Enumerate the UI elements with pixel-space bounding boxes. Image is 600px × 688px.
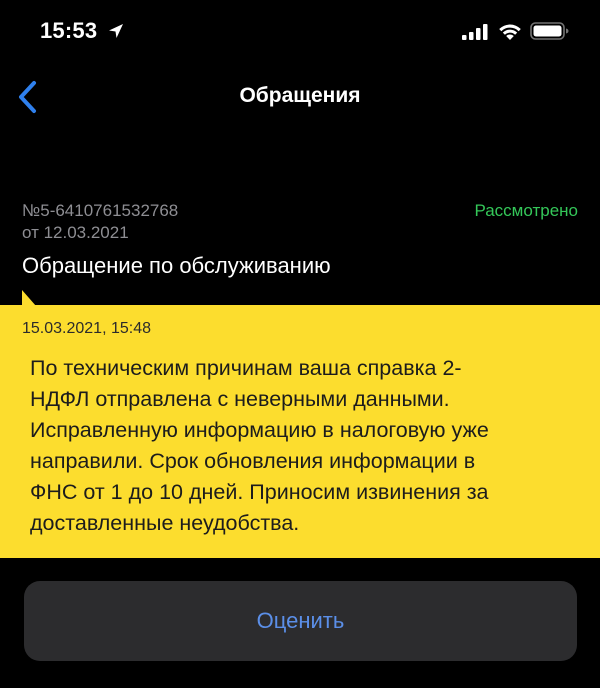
battery-icon	[530, 22, 569, 40]
location-arrow-icon	[109, 24, 123, 38]
message-timestamp: 15.03.2021, 15:48	[22, 320, 152, 337]
rate-button[interactable]: Оценить	[24, 581, 577, 661]
screen: 15:53 Обращения №5-6410761532768 от 12.0…	[0, 0, 600, 688]
signal-icon	[462, 24, 488, 40]
navigation-bar: Обращения	[0, 62, 600, 132]
status-bar: 15:53	[0, 0, 600, 62]
ticket-date: от 12.03.2021	[22, 223, 129, 242]
message-bubble-tail	[22, 290, 36, 306]
ticket-subject: Обращение по обслуживанию	[22, 253, 331, 278]
status-time: 15:53	[40, 18, 98, 43]
message-text: По техническим причинам ваша справка 2- …	[30, 353, 575, 539]
message-line: доставленные неудобства.	[30, 511, 300, 535]
page-title: Обращения	[239, 84, 361, 107]
message-line: ФНС от 1 до 10 дней. Приносим извинения …	[30, 480, 489, 504]
rate-button-label: Оценить	[256, 608, 345, 633]
message-line: По техническим причинам ваша справка 2-	[30, 356, 462, 380]
message-line: направили. Срок обновления информации в	[30, 449, 476, 473]
message-line: НДФЛ отправлена с неверными данными.	[30, 387, 450, 411]
status-badge: Рассмотрено	[474, 201, 578, 220]
ticket-number: №5-6410761532768	[22, 201, 179, 220]
wifi-icon	[499, 24, 521, 40]
message-line: Исправленную информацию в налоговую уже	[30, 418, 489, 442]
message-bubble: 15.03.2021, 15:48 По техническим причина…	[0, 305, 600, 558]
